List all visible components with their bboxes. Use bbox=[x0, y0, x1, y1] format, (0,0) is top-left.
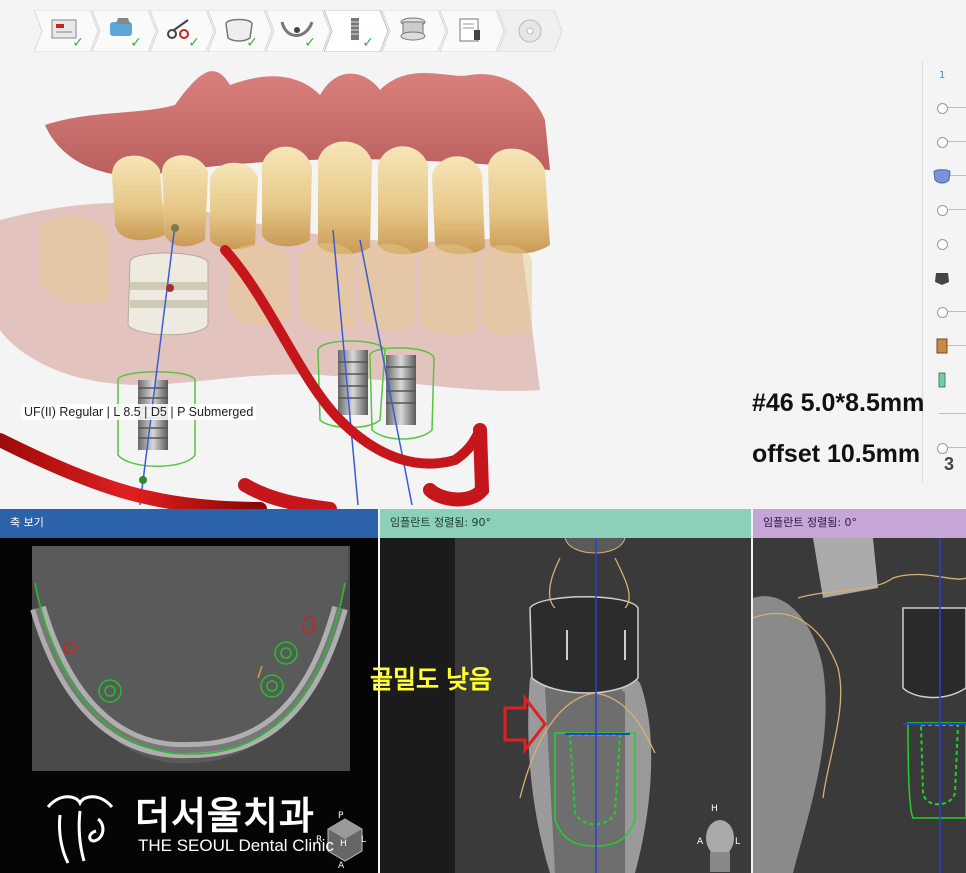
step-crown-design[interactable]: ✓ bbox=[208, 10, 273, 52]
viewport-3d[interactable]: ✓ ✓ ✓ ✓ ✓ ✓ 1 UF(II) Regular | L 8.5 | D… bbox=[0, 0, 966, 509]
panel-title: 임플란트 정렬됨: 0° bbox=[753, 509, 966, 538]
clinic-subtitle: THE SEOUL Dental Clinic bbox=[138, 836, 334, 855]
step-segmentation[interactable]: ✓ bbox=[150, 10, 215, 52]
implant-icon bbox=[938, 372, 946, 388]
cross-section-ct-image[interactable] bbox=[380, 538, 751, 873]
bone-density-annotation: 골밀도 낮음 bbox=[370, 666, 492, 694]
visibility-slider[interactable] bbox=[923, 234, 966, 254]
implant-info-label: UF(II) Regular | L 8.5 | D5 | P Submerge… bbox=[21, 404, 257, 420]
tangential-view-panel[interactable]: 임플란트 정렬됨: 0° bbox=[753, 509, 966, 873]
page-number: 1 bbox=[939, 70, 946, 81]
step-patient-info[interactable]: ✓ bbox=[34, 10, 99, 52]
head-orientation-icon[interactable] bbox=[706, 820, 734, 872]
orient-l-label: L bbox=[361, 835, 367, 845]
check-icon: ✓ bbox=[188, 35, 200, 51]
step-nerve-canal[interactable]: ✓ bbox=[266, 10, 331, 52]
check-icon: ✓ bbox=[304, 35, 316, 51]
orient-l-label: L bbox=[735, 837, 741, 847]
clinic-name: 더서울치과 bbox=[135, 796, 315, 838]
step-sleeve-design[interactable] bbox=[382, 10, 447, 52]
step-report[interactable] bbox=[440, 10, 505, 52]
panel-title: 축 보기 bbox=[0, 509, 378, 538]
check-icon: ✓ bbox=[362, 35, 374, 51]
disc-icon bbox=[518, 19, 542, 43]
clinic-logo-icon bbox=[46, 795, 114, 864]
step-scan-import[interactable]: ✓ bbox=[92, 10, 157, 52]
step-export[interactable] bbox=[498, 10, 563, 52]
check-icon: ✓ bbox=[246, 35, 258, 51]
side-digit: 3 bbox=[944, 454, 955, 474]
visibility-slider[interactable] bbox=[923, 404, 966, 424]
orient-a-label: A bbox=[697, 837, 704, 847]
visibility-slider[interactable] bbox=[923, 132, 966, 152]
offset-annotation: offset 10.5mm bbox=[752, 440, 921, 468]
workflow-toolbar: ✓ ✓ ✓ ✓ ✓ ✓ bbox=[34, 10, 563, 52]
orient-h-label: H bbox=[711, 804, 718, 814]
step-implant-placement[interactable]: ✓ bbox=[324, 10, 389, 52]
check-icon: ✓ bbox=[72, 35, 84, 51]
sleeve-toggle[interactable] bbox=[923, 336, 966, 356]
visibility-slider[interactable] bbox=[923, 200, 966, 220]
tangential-ct-image[interactable] bbox=[753, 538, 966, 873]
visibility-slider[interactable] bbox=[923, 302, 966, 322]
jaw-3d-model[interactable] bbox=[0, 0, 966, 509]
tooth-crown-toggle[interactable] bbox=[923, 166, 966, 186]
orient-a-label: A bbox=[338, 861, 345, 871]
implant-toggle[interactable] bbox=[923, 370, 966, 390]
object-visibility-toolbar: 1 bbox=[922, 62, 966, 482]
panel-title: 임플란트 정렬됨: 90° bbox=[380, 509, 751, 538]
visibility-slider[interactable] bbox=[923, 98, 966, 118]
bone-icon bbox=[935, 273, 949, 285]
tooth-crown-icon bbox=[933, 169, 951, 184]
sleeve-icon bbox=[400, 17, 426, 41]
check-icon: ✓ bbox=[130, 35, 142, 51]
orient-p-label: P bbox=[338, 811, 344, 821]
orient-h-label: H bbox=[340, 839, 347, 849]
sleeve-icon bbox=[936, 338, 948, 354]
report-icon bbox=[459, 18, 480, 42]
implant-spec-annotation: #46 5.0*8.5mm bbox=[752, 389, 925, 417]
implant-icon bbox=[351, 18, 359, 40]
bone-toggle[interactable] bbox=[923, 268, 966, 288]
